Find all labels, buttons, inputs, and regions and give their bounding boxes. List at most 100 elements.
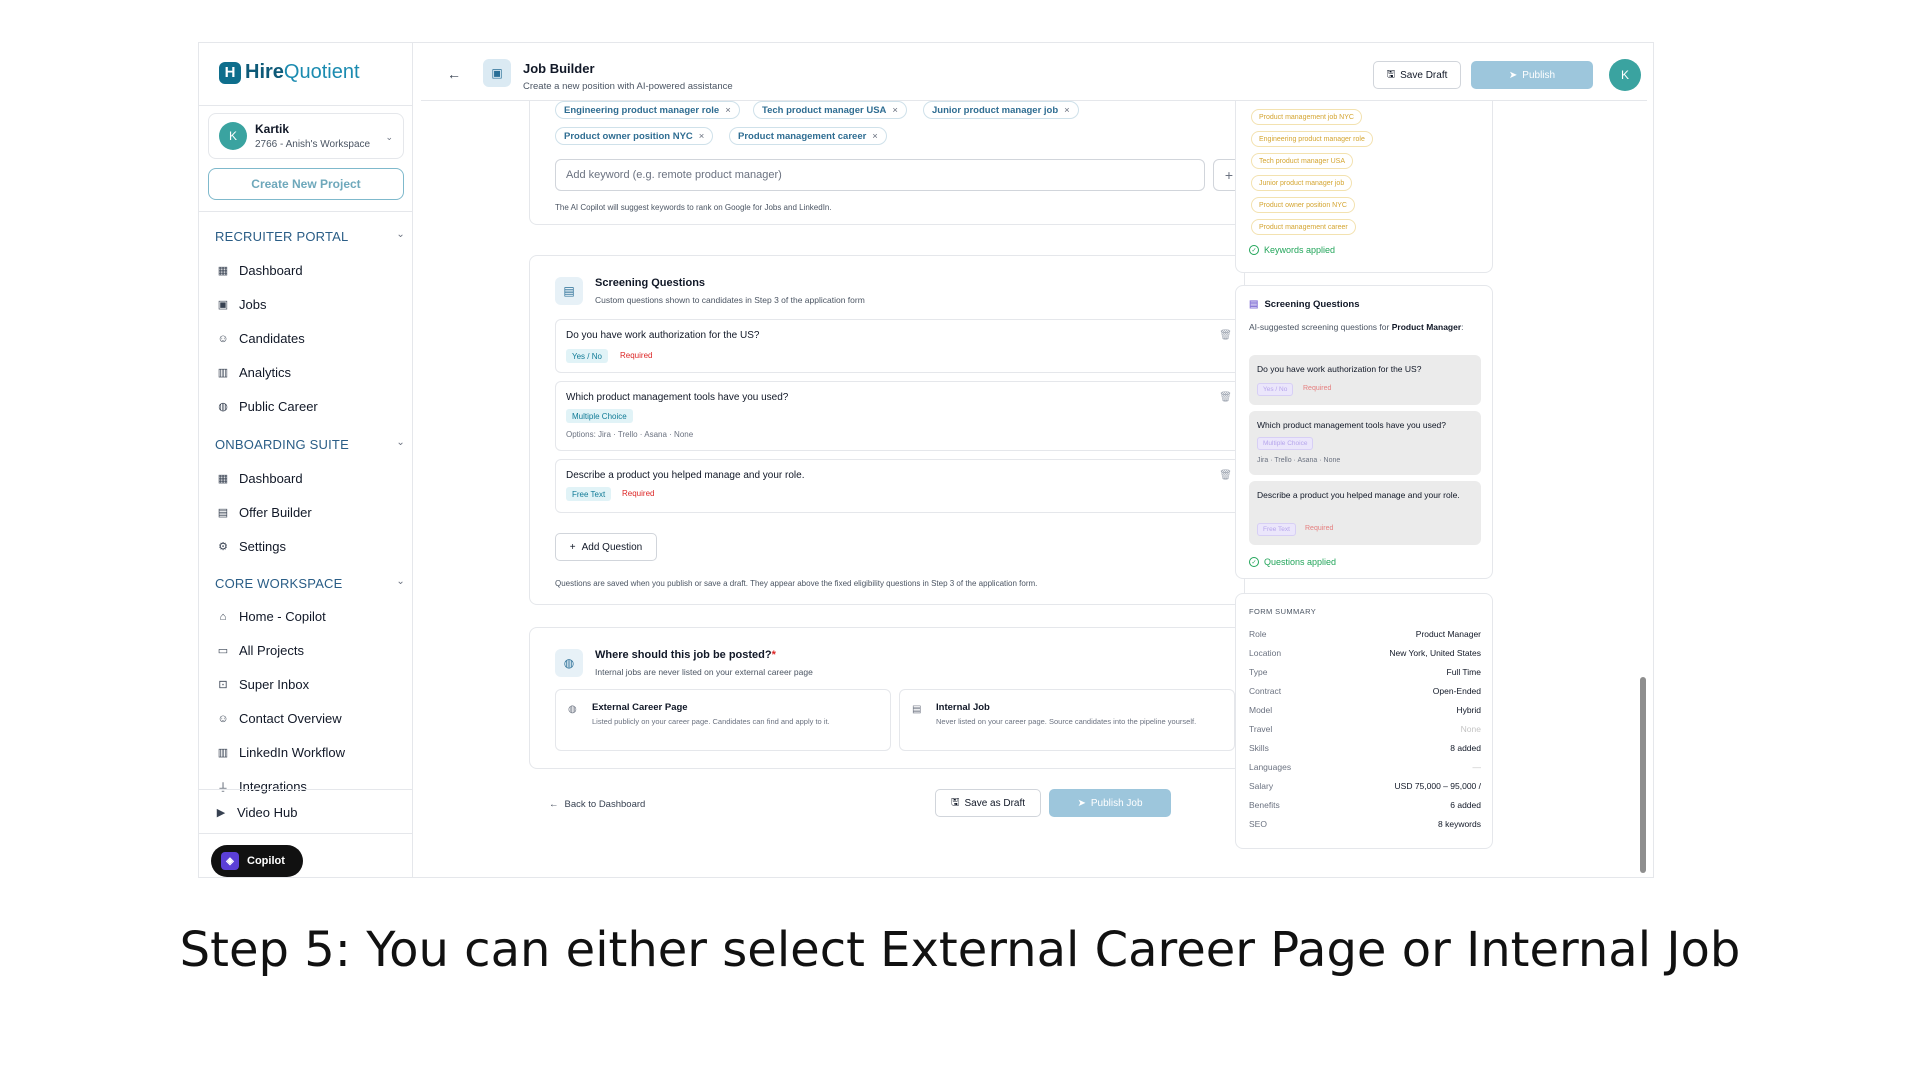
sidebar-item-contact-overview[interactable]: ☺ Contact Overview bbox=[217, 711, 341, 726]
summary-value: None bbox=[1460, 724, 1481, 734]
scrollbar-thumb[interactable] bbox=[1640, 677, 1646, 873]
step-caption: Step 5: You can either select External C… bbox=[179, 922, 1741, 978]
question-text: Describe a product you helped manage and… bbox=[566, 470, 805, 481]
summary-row: Skills 8 added bbox=[1249, 743, 1481, 753]
copilot-button[interactable]: ◈ Copilot bbox=[211, 845, 303, 877]
save-as-draft-button[interactable]: 🖫 Save as Draft bbox=[935, 789, 1041, 817]
add-question-button[interactable]: + Add Question bbox=[555, 533, 657, 561]
divider bbox=[199, 833, 413, 834]
sidebar-item-home-copilot[interactable]: ⌂ Home - Copilot bbox=[217, 609, 326, 624]
sidebar-item-onboarding-dashboard[interactable]: ▦ Dashboard bbox=[217, 471, 303, 486]
folder-icon: ▭ bbox=[217, 645, 229, 657]
close-icon[interactable]: × bbox=[699, 131, 705, 142]
sidebar-item-video-hub[interactable]: ▶ Video Hub bbox=[215, 805, 405, 820]
back-to-dashboard-link[interactable]: ← Back to Dashboard bbox=[549, 799, 645, 810]
summary-value: New York, United States bbox=[1389, 648, 1481, 658]
chip-label: Product owner position NYC bbox=[564, 130, 693, 142]
screening-title: Screening Questions bbox=[595, 277, 706, 289]
sidebar-item-public-career[interactable]: ◍ Public Career bbox=[217, 399, 318, 414]
home-icon: ⌂ bbox=[219, 610, 227, 623]
external-career-page-option[interactable]: ◍ External Career Page Listed publicly o… bbox=[555, 689, 891, 751]
close-icon[interactable]: × bbox=[872, 131, 878, 142]
keyword-chip[interactable]: Junior product manager job × bbox=[923, 101, 1079, 119]
suggested-keyword-chip[interactable]: Product management job NYC bbox=[1251, 109, 1362, 125]
page-title: Job Builder bbox=[523, 61, 595, 76]
question-item[interactable]: Do you have work authorization for the U… bbox=[555, 319, 1245, 373]
summary-row: Location New York, United States bbox=[1249, 648, 1481, 658]
chevron-down-icon: ⌄ bbox=[396, 229, 405, 240]
summary-key: Benefits bbox=[1249, 800, 1280, 810]
summary-value: Hybrid bbox=[1456, 705, 1481, 715]
plus-icon: + bbox=[569, 541, 576, 553]
suggested-keyword-chip[interactable]: Junior product manager job bbox=[1251, 175, 1353, 191]
sidebar-item-label: Offer Builder bbox=[239, 505, 312, 520]
keyword-chip[interactable]: Product owner position NYC × bbox=[555, 127, 714, 145]
status-label: Keywords applied bbox=[1264, 245, 1336, 255]
building-icon: ▤ bbox=[912, 704, 922, 715]
section-core-workspace[interactable]: CORE WORKSPACE ⌄ bbox=[215, 576, 405, 591]
summary-row: Languages — bbox=[1249, 762, 1481, 772]
keyword-chip[interactable]: Engineering product manager role × bbox=[555, 101, 740, 119]
close-icon[interactable]: × bbox=[725, 105, 731, 116]
divider bbox=[199, 105, 413, 106]
keyword-chip[interactable]: Product management career × bbox=[729, 127, 887, 145]
globe-icon: ◍ bbox=[555, 649, 583, 677]
sidebar-item-linkedin-workflow[interactable]: ▥ LinkedIn Workflow bbox=[217, 745, 345, 760]
trash-icon[interactable]: 🗑 bbox=[1219, 470, 1232, 481]
option-description: Never listed on your career page. Source… bbox=[936, 717, 1197, 726]
check-circle-icon: ✓ bbox=[1249, 557, 1259, 567]
add-question-label: Add Question bbox=[581, 541, 643, 553]
sidebar-item-analytics[interactable]: ▥ Analytics bbox=[217, 365, 291, 380]
suggested-keyword-chip[interactable]: Engineering product manager role bbox=[1251, 131, 1373, 147]
sidebar-item-label: Settings bbox=[239, 539, 286, 554]
suggested-question[interactable]: Describe a product you helped manage and… bbox=[1249, 481, 1481, 545]
publish-label: Publish Job bbox=[1090, 797, 1143, 809]
suggested-keyword-chip[interactable]: Tech product manager USA bbox=[1251, 153, 1353, 169]
question-options: Jira · Trello · Asana · None bbox=[1257, 457, 1341, 464]
chip-label: Engineering product manager role bbox=[564, 104, 720, 116]
publish-job-button[interactable]: ➤ Publish Job bbox=[1049, 789, 1171, 817]
sidebar-item-dashboard[interactable]: ▦ Dashboard bbox=[217, 263, 303, 278]
save-icon: 🖫 bbox=[1386, 68, 1396, 80]
publish-button[interactable]: ➤ Publish bbox=[1471, 61, 1593, 89]
question-item[interactable]: Describe a product you helped manage and… bbox=[555, 459, 1245, 513]
contact-icon: ☺ bbox=[217, 712, 229, 725]
avatar[interactable]: K bbox=[1609, 59, 1641, 91]
question-item[interactable]: Which product management tools have you … bbox=[555, 381, 1245, 451]
questions-applied-status: ✓ Questions applied bbox=[1249, 557, 1336, 567]
sidebar-item-integrations[interactable]: ⏚ Integrations bbox=[217, 779, 307, 794]
logo-text-quotient: Quotient bbox=[283, 61, 360, 83]
required-label: Required bbox=[1305, 525, 1334, 532]
option-description: Listed publicly on your career page. Can… bbox=[592, 717, 830, 726]
section-onboarding-suite[interactable]: ONBOARDING SUITE ⌄ bbox=[215, 437, 405, 452]
save-draft-button[interactable]: 🖫 Save Draft bbox=[1373, 61, 1461, 89]
briefcase-icon: ▣ bbox=[483, 59, 511, 87]
sidebar-item-candidates[interactable]: ☺ Candidates bbox=[217, 331, 304, 346]
keyword-chip[interactable]: Tech product manager USA × bbox=[753, 101, 907, 119]
create-new-project-button[interactable]: Create New Project bbox=[208, 168, 404, 200]
section-recruiter-portal[interactable]: RECRUITER PORTAL ⌄ bbox=[215, 229, 405, 244]
sidebar-item-super-inbox[interactable]: ⊡ Super Inbox bbox=[217, 677, 309, 692]
trash-icon[interactable]: 🗑 bbox=[1219, 330, 1232, 341]
suggested-keyword-chip[interactable]: Product management career bbox=[1251, 219, 1356, 235]
workspace-switcher[interactable]: K Kartik 2766 - Anish's Workspace ⌄ bbox=[208, 113, 404, 159]
grid-icon: ▦ bbox=[217, 265, 229, 277]
summary-key: Type bbox=[1249, 667, 1268, 677]
suggested-question[interactable]: Which product management tools have you … bbox=[1249, 411, 1481, 475]
sidebar-item-offer-builder[interactable]: ▤ Offer Builder bbox=[217, 505, 312, 520]
section-title: CORE WORKSPACE bbox=[215, 576, 343, 591]
sidebar-item-jobs[interactable]: ▣ Jobs bbox=[217, 297, 267, 312]
internal-job-option[interactable]: ▤ Internal Job Never listed on your care… bbox=[899, 689, 1235, 751]
suggested-keyword-chip[interactable]: Product owner position NYC bbox=[1251, 197, 1355, 213]
save-icon: 🖫 bbox=[950, 796, 960, 808]
sidebar-item-settings[interactable]: ⚙ Settings bbox=[217, 539, 286, 554]
sidebar-item-all-projects[interactable]: ▭ All Projects bbox=[217, 643, 304, 658]
arrow-left-icon[interactable]: ← bbox=[447, 66, 461, 82]
sidebar-item-label: Dashboard bbox=[239, 263, 303, 278]
close-icon[interactable]: × bbox=[1064, 105, 1070, 116]
close-icon[interactable]: × bbox=[892, 105, 898, 116]
keyword-input[interactable]: Add keyword (e.g. remote product manager… bbox=[555, 159, 1205, 191]
trash-icon[interactable]: 🗑 bbox=[1219, 392, 1232, 403]
screening-subtitle: Custom questions shown to candidates in … bbox=[595, 295, 865, 305]
suggested-question[interactable]: Do you have work authorization for the U… bbox=[1249, 355, 1481, 405]
